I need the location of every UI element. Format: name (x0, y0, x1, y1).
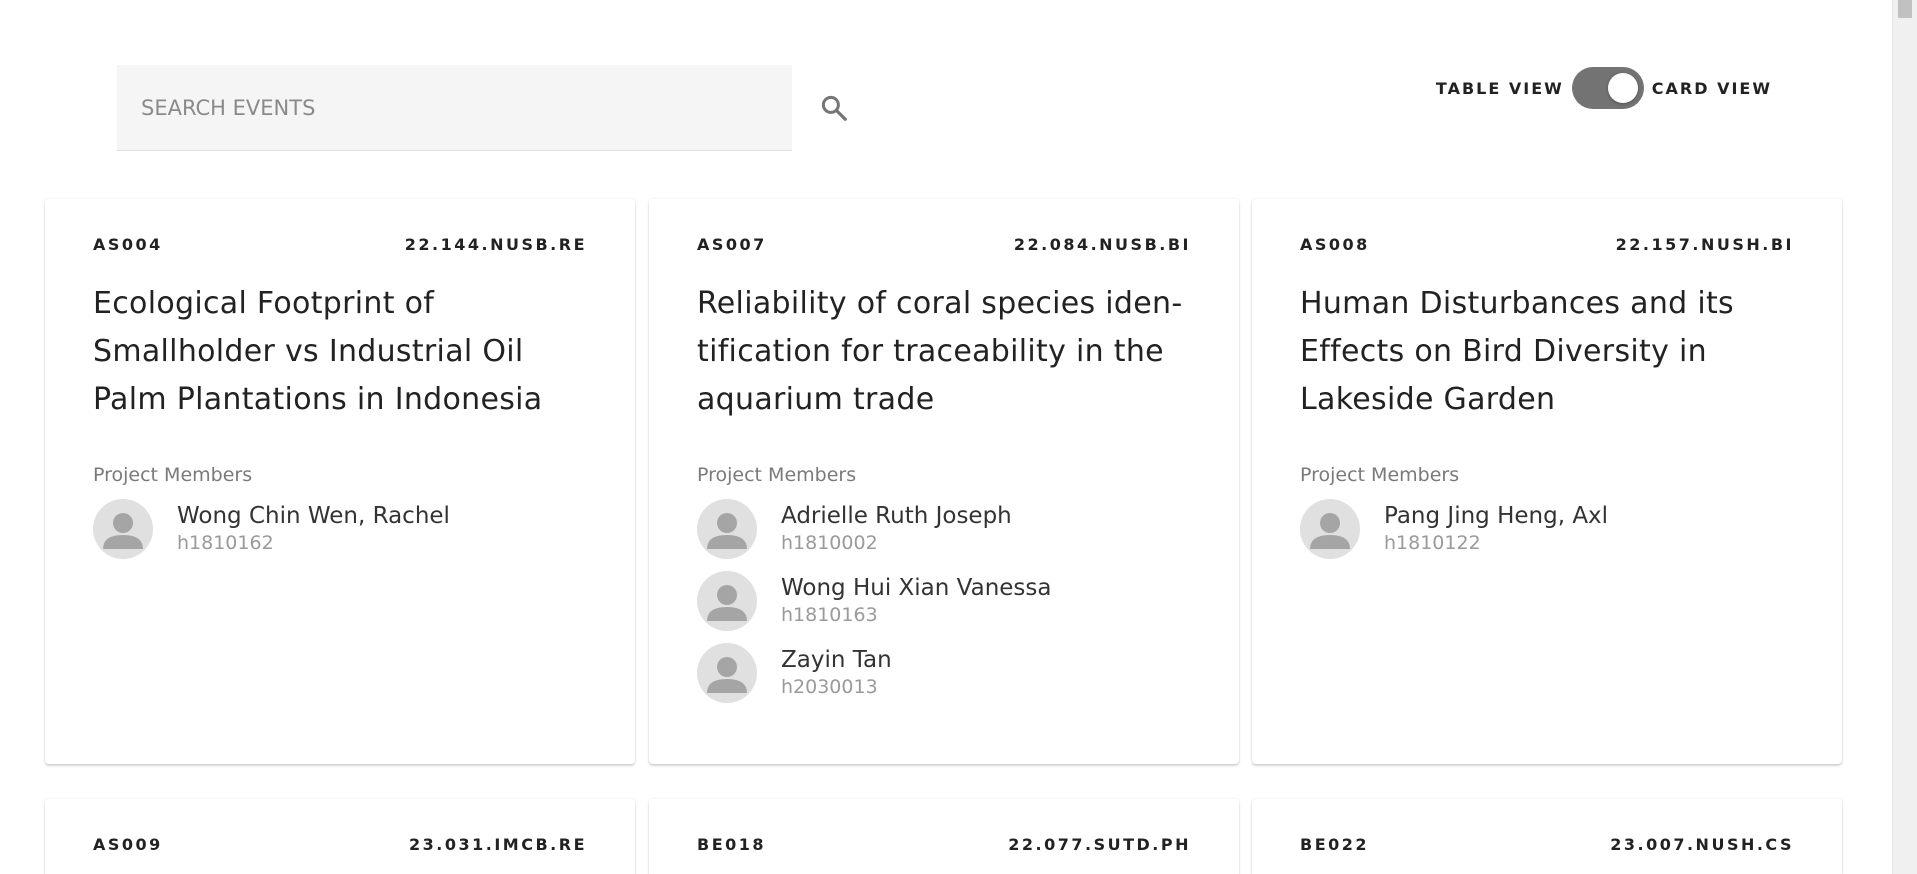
member-item: Pang Jing Heng, Axl h1810122 (1300, 499, 1794, 559)
event-code: AS009 (93, 835, 163, 854)
members-label: Project Members (697, 464, 857, 486)
user-icon (707, 657, 747, 693)
member-id: h1810122 (1384, 532, 1481, 554)
event-code: BE018 (697, 835, 767, 854)
event-card[interactable]: AS004 22.144.NUSB.RE Ecological Footprin… (45, 199, 635, 764)
event-card[interactable]: AS007 22.084.NUSB.BI Reliability of cora… (649, 199, 1239, 764)
search-input[interactable] (117, 65, 792, 150)
avatar (697, 571, 757, 631)
members-label: Project Members (93, 464, 253, 486)
avatar (1300, 499, 1360, 559)
view-toggle: TABLE VIEW CARD VIEW (1436, 67, 1772, 109)
member-name: Wong Hui Xian Vanessa (781, 575, 1052, 601)
member-item: Wong Hui Xian Vanessa h1810163 (697, 571, 1191, 631)
avatar (697, 643, 757, 703)
member-id: h1810002 (781, 532, 878, 554)
members-label: Project Members (1300, 464, 1460, 486)
avatar (697, 499, 757, 559)
user-icon (1310, 513, 1350, 549)
event-reference: 22.144.NUSB.RE (404, 235, 587, 254)
switch-thumb (1607, 73, 1638, 103)
event-reference: 22.084.NUSB.BI (1013, 235, 1191, 254)
event-code: AS008 (1300, 235, 1370, 254)
event-reference: 23.007.NUSH.CS (1610, 835, 1794, 854)
member-id: h1810162 (177, 532, 274, 554)
member-id: h1810163 (781, 604, 878, 626)
event-card[interactable]: BE018 22.077.SUTD.PH (649, 799, 1239, 874)
event-card[interactable]: BE022 23.007.NUSH.CS (1252, 799, 1842, 874)
event-reference: 22.157.NUSH.BI (1615, 235, 1794, 254)
member-name: Zayin Tan (781, 647, 892, 673)
event-title: Ecological Footprint of Smallholder vs I… (93, 286, 543, 417)
user-icon (707, 585, 747, 621)
event-reference: 22.077.SUTD.PH (1008, 835, 1191, 854)
view-switch[interactable] (1571, 67, 1644, 109)
event-card[interactable]: AS009 23.031.IMCB.RE (45, 799, 635, 874)
search-button[interactable] (814, 88, 854, 128)
member-item: Adrielle Ruth Joseph h1810002 (697, 499, 1191, 559)
scrollbar-thumb[interactable] (1898, 0, 1912, 18)
member-id: h2030013 (781, 676, 878, 698)
table-view-label[interactable]: TABLE VIEW (1436, 79, 1564, 98)
avatar (93, 499, 153, 559)
event-code: AS007 (697, 235, 767, 254)
event-card[interactable]: AS008 22.157.NUSH.BI Human Disturbances … (1252, 199, 1842, 764)
user-icon (707, 513, 747, 549)
event-reference: 23.031.IMCB.RE (409, 835, 587, 854)
member-item: Zayin Tan h2030013 (697, 643, 1191, 703)
search-icon (821, 95, 847, 121)
event-code: BE022 (1300, 835, 1370, 854)
user-icon (103, 513, 143, 549)
member-item: Wong Chin Wen, Rachel h1810162 (93, 499, 587, 559)
member-name: Wong Chin Wen, Rachel (177, 503, 450, 529)
event-code: AS004 (93, 235, 163, 254)
event-title: Reliability of coral species iden-tifica… (697, 286, 1183, 417)
search-field (117, 65, 792, 151)
member-name: Adrielle Ruth Joseph (781, 503, 1012, 529)
card-view-label[interactable]: CARD VIEW (1652, 79, 1772, 98)
event-title: Human Disturbances and its Effects on Bi… (1300, 286, 1734, 417)
member-name: Pang Jing Heng, Axl (1384, 503, 1609, 529)
page-scrollbar[interactable] (1892, 0, 1917, 874)
